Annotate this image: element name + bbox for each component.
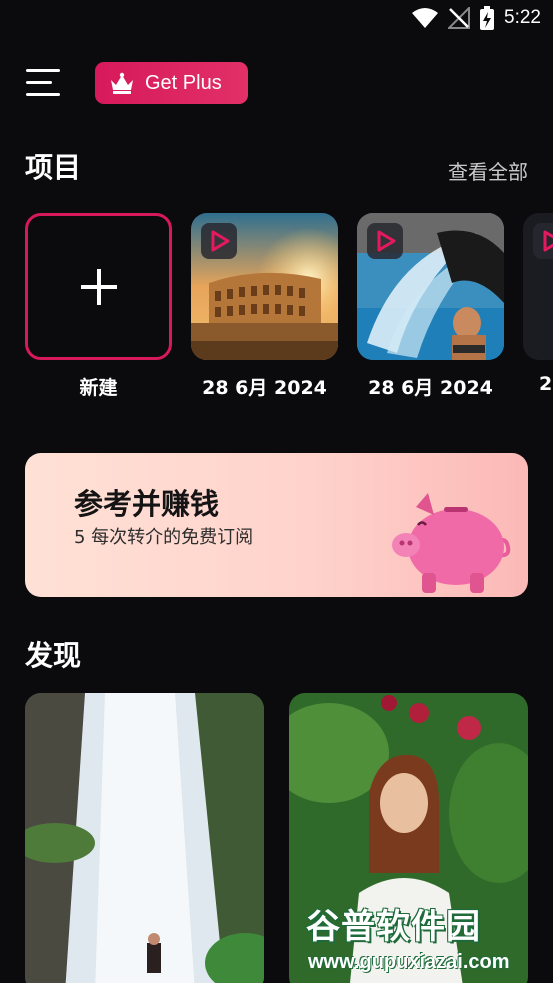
- waterfall-image: [25, 693, 264, 983]
- discover-title: 发现: [25, 639, 82, 672]
- menu-icon[interactable]: [26, 69, 62, 97]
- project-date: 28 6月 2024: [368, 377, 493, 399]
- plus-icon: [80, 268, 117, 305]
- project-thumbnail[interactable]: [191, 213, 338, 360]
- refer-subtitle: 5 每次转介的免费订阅: [74, 527, 254, 548]
- project-date: 28 6月 2024: [202, 377, 327, 399]
- watermark-title: 谷普软件园: [306, 907, 481, 947]
- projects-title: 项目: [25, 151, 82, 184]
- piggy-bank-icon: [392, 493, 511, 593]
- get-plus-label: Get Plus: [145, 71, 222, 94]
- project-thumbnail[interactable]: [357, 213, 504, 360]
- video-badge: [533, 223, 553, 259]
- watermark-url: www.gupuxiazai.com: [308, 951, 510, 973]
- refer-earn-card[interactable]: 参考并赚钱 5 每次转介的免费订阅: [25, 453, 528, 597]
- status-bar: 5:22: [0, 0, 553, 38]
- video-badge: [367, 223, 403, 259]
- new-project-button[interactable]: [25, 213, 172, 360]
- play-icon: [543, 230, 553, 252]
- project-item[interactable]: 28 6月 2024: [357, 213, 504, 400]
- app-header: Get Plus: [0, 60, 553, 106]
- project-item[interactable]: 28: [523, 213, 553, 395]
- watermark: 谷普软件园 www.gupuxiazai.com: [300, 895, 553, 983]
- new-project-label: 新建: [79, 377, 118, 399]
- view-all-link[interactable]: 查看全部: [448, 156, 528, 185]
- battery-charging-icon: [480, 6, 495, 30]
- refer-title: 参考并赚钱: [74, 487, 220, 521]
- new-project-item[interactable]: 新建: [25, 213, 172, 400]
- projects-row: 新建 28 6月 2024 28 6月 2024 2: [25, 213, 553, 403]
- discover-card[interactable]: [25, 693, 264, 983]
- play-icon: [211, 230, 230, 252]
- project-date: 28: [539, 373, 553, 395]
- no-signal-icon: [448, 7, 471, 29]
- get-plus-button[interactable]: Get Plus: [95, 62, 248, 104]
- wifi-icon: [412, 8, 439, 28]
- project-thumbnail[interactable]: [523, 213, 553, 360]
- project-item[interactable]: 28 6月 2024: [191, 213, 338, 400]
- play-icon: [377, 230, 396, 252]
- video-badge: [201, 223, 237, 259]
- status-time: 5:22: [504, 7, 541, 28]
- crown-icon: [111, 72, 133, 94]
